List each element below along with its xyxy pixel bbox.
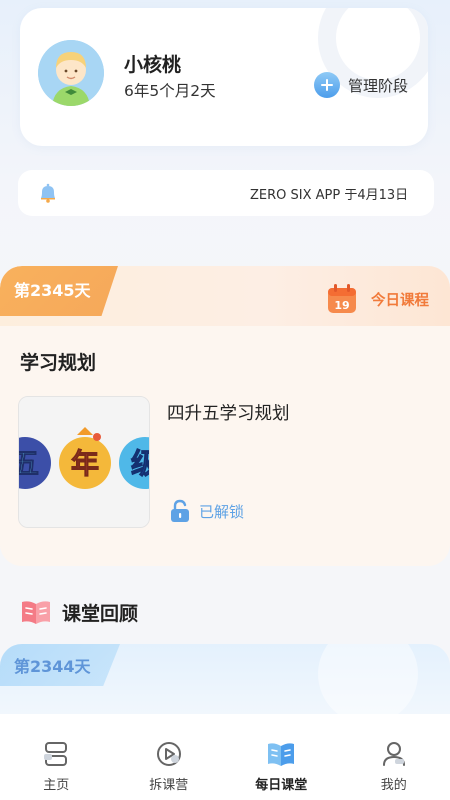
review-title: 课堂回顾 [62, 602, 139, 625]
unlock-status: 已解锁 [169, 499, 244, 523]
review-day-text: 第2344天 [14, 657, 91, 676]
plan-thumbnail[interactable]: 五 年 级 [18, 396, 150, 528]
plan-section-title: 学习规划 [20, 352, 97, 374]
manage-stage-label: 管理阶段 [348, 76, 409, 95]
child-avatar-icon [38, 40, 104, 106]
today-header: 第2345天 19 今日课程 [0, 266, 450, 326]
bottom-navigation: 主页 拆课营 每日课堂 我的 [0, 714, 450, 800]
day-count-text: 第2345天 [14, 281, 91, 300]
calendar-icon: 19 [328, 284, 356, 313]
nav-label-home: 主页 [43, 778, 70, 793]
nav-label-daily-class: 每日课堂 [255, 778, 308, 793]
nav-item-me[interactable]: 我的 [338, 714, 450, 800]
unlock-label: 已解锁 [199, 502, 245, 521]
thumb-char-2: 年 [71, 447, 99, 480]
unlock-icon [171, 499, 189, 522]
nav-label-camp: 拆课营 [149, 778, 189, 793]
profile-icon [382, 742, 405, 766]
nav-item-daily-class[interactable]: 每日课堂 [225, 714, 338, 800]
nav-item-camp[interactable]: 拆课营 [113, 714, 226, 800]
today-body: 学习规划 五 年 级 四升五学习规划 已解锁 [0, 326, 450, 566]
plan-name[interactable]: 四升五学习规划 [167, 400, 290, 425]
review-header: 课堂回顾 [20, 598, 138, 626]
calendar-day-number: 19 [334, 299, 349, 312]
thumb-char-3: 级 [131, 447, 150, 480]
today-course-label[interactable]: 今日课程 [371, 289, 429, 310]
review-card[interactable]: 第2344天 [0, 644, 450, 714]
today-course-card: 第2345天 19 今日课程 学习规划 五 年 级 四升五学习规划 [0, 266, 450, 566]
profile-card[interactable]: 小核桃 6年5个月2天 管理阶段 [20, 8, 428, 146]
nav-item-home[interactable]: 主页 [0, 714, 113, 800]
notice-bar[interactable]: ZERO SIX APP 于4月13日 [18, 170, 434, 216]
home-icon [44, 742, 68, 766]
camp-icon [156, 742, 181, 766]
open-book-icon [22, 601, 50, 624]
grade-badge-image: 五 年 级 [19, 397, 150, 527]
nav-label-me: 我的 [380, 778, 407, 793]
notice-text: ZERO SIX APP 于4月13日 [250, 188, 409, 203]
book-icon [268, 743, 295, 766]
plus-icon [314, 72, 340, 98]
decorative-circle [318, 644, 418, 714]
child-age: 6年5个月2天 [124, 82, 216, 100]
thumb-char-1: 五 [19, 447, 39, 480]
manage-stage-button[interactable]: 管理阶段 [314, 72, 408, 98]
child-name: 小核桃 [124, 54, 182, 76]
avatar[interactable] [38, 40, 104, 106]
bell-icon [41, 183, 55, 203]
